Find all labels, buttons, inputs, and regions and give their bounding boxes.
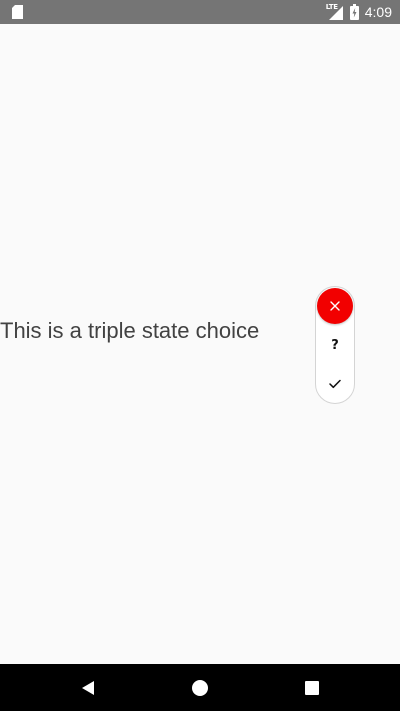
close-icon (330, 301, 340, 311)
recent-apps-button[interactable] (300, 676, 324, 700)
signal-icon (328, 6, 343, 20)
back-button[interactable] (76, 676, 100, 700)
state-yes-button[interactable] (317, 366, 353, 402)
recent-apps-icon (305, 681, 319, 695)
main-content: This is a triple state choice ? (0, 24, 400, 664)
triple-state-selector: ? (315, 286, 355, 404)
navigation-bar (0, 664, 400, 711)
sd-card-icon (12, 5, 23, 19)
choice-label: This is a triple state choice (0, 318, 260, 343)
state-no-button[interactable] (317, 288, 353, 324)
back-icon (82, 681, 94, 695)
battery-charging-icon (349, 4, 359, 20)
network-indicator: LTE (326, 3, 344, 20)
state-unknown-button[interactable]: ? (317, 327, 353, 363)
home-icon (192, 680, 208, 696)
check-icon (329, 379, 341, 389)
status-icons: LTE 4:09 (326, 0, 392, 24)
question-mark-icon: ? (331, 337, 339, 353)
status-time: 4:09 (364, 4, 392, 20)
home-button[interactable] (188, 676, 212, 700)
status-bar: LTE 4:09 (0, 0, 400, 24)
